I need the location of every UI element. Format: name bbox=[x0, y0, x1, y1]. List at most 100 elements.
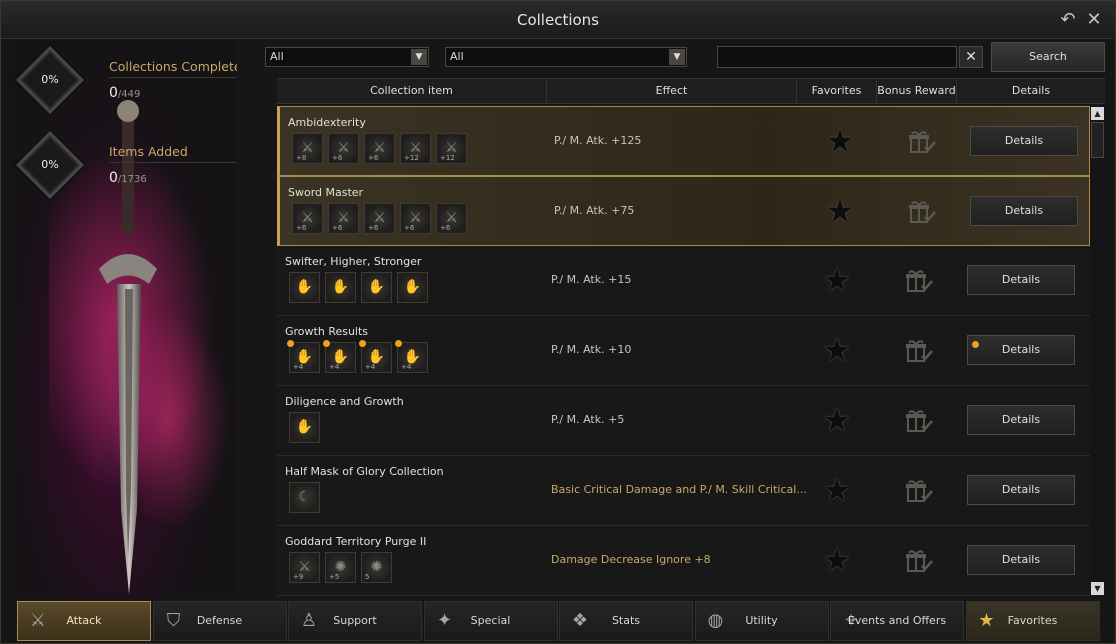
item-enchant-level: +12 bbox=[404, 154, 419, 162]
chevron-down-icon: ▼ bbox=[411, 49, 427, 65]
collection-item-icon[interactable]: ✋ bbox=[361, 272, 392, 303]
collections-completed-label: Collections Completed bbox=[109, 59, 237, 74]
details-button[interactable]: Details bbox=[967, 335, 1075, 365]
collection-name: Growth Results bbox=[285, 325, 369, 338]
tab-defense[interactable]: ⛉ Defense bbox=[152, 601, 287, 641]
collection-item-icon[interactable]: ⚔ +6 bbox=[364, 203, 395, 234]
item-glyph-icon: ✋ bbox=[295, 419, 314, 435]
table-row[interactable]: Swifter, Higher, Stronger ✋ ✋ ✋ ✋ P./ M. Atk.… bbox=[277, 246, 1090, 316]
collection-item-icon[interactable]: ⚔ +6 bbox=[364, 133, 395, 164]
tab-stats[interactable]: ❖ Stats bbox=[559, 601, 693, 641]
tab-support[interactable]: ♙ Support bbox=[288, 601, 422, 641]
tab-label: Attack bbox=[66, 614, 102, 627]
back-icon[interactable]: ↶ bbox=[1057, 9, 1079, 31]
table-row[interactable]: Diligence and Growth ✋ P./ M. Atk. +5 ★ Deta… bbox=[277, 386, 1090, 456]
search-input[interactable] bbox=[717, 46, 957, 68]
tab-label: Events and Offers bbox=[847, 614, 947, 627]
favorite-star-icon[interactable]: ★ bbox=[823, 124, 857, 158]
category-filter-select[interactable]: All ▼ bbox=[265, 47, 429, 67]
details-label: Details bbox=[1001, 273, 1041, 286]
scroll-down-icon[interactable]: ▼ bbox=[1091, 582, 1104, 595]
collections-percent-badge: 0% bbox=[16, 46, 84, 114]
scrollbar-thumb[interactable] bbox=[1091, 122, 1104, 158]
details-button[interactable]: Details bbox=[967, 475, 1075, 505]
items-percent: 0% bbox=[41, 158, 59, 171]
category-tabs: ⚔ Attack ⛉ Defense ♙ Support ✦ Special ❖ Stats ◍ Ut… bbox=[17, 601, 1101, 641]
tab-utility[interactable]: ◍ Utility bbox=[694, 601, 829, 641]
collection-item-icon[interactable]: ⚔ +12 bbox=[400, 133, 431, 164]
collection-effect: P./ M. Atk. +5 bbox=[551, 413, 625, 426]
collection-item-icon[interactable]: ⚔ +6 bbox=[328, 203, 359, 234]
table-row[interactable]: Half Mask of Glory Collection ☾ Basic Crit… bbox=[277, 456, 1090, 526]
collection-effect: Basic Critical Damage and P./ M. Skill C… bbox=[551, 483, 807, 496]
collection-item-icon[interactable]: ✋ bbox=[289, 272, 320, 303]
details-button[interactable]: Details bbox=[967, 545, 1075, 575]
favorite-star-icon[interactable]: ★ bbox=[820, 543, 854, 577]
scrollbar[interactable]: ▲ ▼ bbox=[1090, 106, 1105, 596]
collection-item-icon[interactable]: ✋ +4 bbox=[359, 340, 392, 373]
item-glyph-icon: ✋ bbox=[331, 279, 350, 295]
collection-items: ✋ ✋ ✋ ✋ bbox=[289, 272, 433, 304]
search-button[interactable]: Search bbox=[991, 42, 1105, 72]
collections-completed-total: /449 bbox=[117, 89, 141, 100]
collection-name: Goddard Territory Purge II bbox=[285, 535, 427, 548]
tab-label: Favorites bbox=[1007, 614, 1058, 627]
collection-item-icon[interactable]: ✋ +4 bbox=[395, 340, 428, 373]
scroll-up-icon[interactable]: ▲ bbox=[1091, 107, 1104, 120]
collection-effect: P./ M. Atk. +10 bbox=[551, 343, 632, 356]
details-button[interactable]: Details bbox=[967, 405, 1075, 435]
favorite-star-icon[interactable]: ★ bbox=[823, 194, 857, 228]
table-row[interactable]: Sword Master ⚔ +6 ⚔ +6 ⚔ +6 ⚔ +6 ⚔ +6 P./ M. Atk. +… bbox=[277, 176, 1090, 246]
collection-item-icon[interactable]: ✋ bbox=[289, 412, 320, 443]
status-filter-value: All bbox=[450, 50, 464, 63]
collection-item-icon[interactable]: ✋ bbox=[325, 272, 356, 303]
bonus-reward-gift-icon bbox=[905, 549, 933, 573]
collection-item-icon[interactable]: ⚔ +6 bbox=[436, 203, 467, 234]
collection-item-icon[interactable]: ✋ +4 bbox=[323, 340, 356, 373]
collection-item-icon[interactable]: ✺ 5 bbox=[361, 552, 392, 583]
collection-item-icon[interactable]: ⚔ +8 bbox=[292, 133, 323, 164]
collection-item-icon[interactable]: ⚔ +9 bbox=[289, 552, 320, 583]
item-enchant-level: +4 bbox=[365, 363, 376, 371]
tab-events-and-offers[interactable]: ✧ Events and Offers bbox=[830, 601, 964, 641]
favorite-star-icon[interactable]: ★ bbox=[820, 263, 854, 297]
category-filter-value: All bbox=[270, 50, 284, 63]
collection-item-icon[interactable]: ⚔ +6 bbox=[292, 203, 323, 234]
bonus-reward-gift-icon bbox=[905, 479, 933, 503]
collection-progress-panel: 0% Collections Completed 0/449 0% Items … bbox=[9, 39, 237, 599]
collection-item-icon[interactable]: ⚔ +6 bbox=[400, 203, 431, 234]
favorite-star-icon[interactable]: ★ bbox=[820, 403, 854, 437]
item-enchant-level: +12 bbox=[440, 154, 455, 162]
tab-favorites[interactable]: ★ Favorites bbox=[965, 601, 1100, 641]
collections-completed-stat: 0% Collections Completed 0/449 bbox=[9, 39, 237, 125]
favorite-star-icon[interactable]: ★ bbox=[820, 333, 854, 367]
clear-search-button[interactable]: ✕ bbox=[959, 46, 983, 68]
collection-effect: Damage Decrease Ignore +8 bbox=[551, 553, 711, 566]
collection-effect: P./ M. Atk. +75 bbox=[554, 204, 635, 217]
collection-item-icon[interactable]: ✋ bbox=[397, 272, 428, 303]
close-icon[interactable]: ✕ bbox=[1083, 9, 1105, 31]
details-button[interactable]: Details bbox=[970, 196, 1078, 226]
table-row[interactable]: Ambidexterity ⚔ +8 ⚔ +6 ⚔ +6 ⚔ +12 ⚔ +12 P./ M. Atk… bbox=[277, 106, 1090, 176]
collection-item-icon[interactable]: ⚔ +6 bbox=[328, 133, 359, 164]
collection-item-icon[interactable]: ☾ bbox=[289, 482, 320, 513]
tab-attack[interactable]: ⚔ Attack bbox=[17, 601, 151, 641]
collection-item-icon[interactable]: ✋ +4 bbox=[287, 340, 320, 373]
tab-special[interactable]: ✦ Special bbox=[423, 601, 558, 641]
details-label: Details bbox=[1004, 134, 1044, 147]
item-enchant-level: +4 bbox=[401, 363, 412, 371]
tab-label: Special bbox=[470, 614, 511, 627]
item-enchant-level: +6 bbox=[332, 224, 343, 232]
items-added-stat: 0% Items Added 0/1736 bbox=[9, 124, 237, 210]
favorite-star-icon[interactable]: ★ bbox=[820, 473, 854, 507]
details-button[interactable]: Details bbox=[967, 265, 1075, 295]
table-row[interactable]: Growth Results ✋ +4 ✋ +4 ✋ +4 ✋ +4 P./ M. Atk. +1… bbox=[277, 316, 1090, 386]
collection-item-icon[interactable]: ⚔ +12 bbox=[436, 133, 467, 164]
table-row[interactable]: Goddard Territory Purge II ⚔ +9 ✺ +5 ✺ 5 Damage… bbox=[277, 526, 1090, 596]
collection-item-icon[interactable]: ✺ +5 bbox=[325, 552, 356, 583]
details-button[interactable]: Details bbox=[970, 126, 1078, 156]
status-filter-select[interactable]: All ▼ bbox=[445, 47, 687, 67]
collection-name: Half Mask of Glory Collection bbox=[285, 465, 444, 478]
details-label: Details bbox=[1001, 483, 1041, 496]
bonus-reward-gift-icon bbox=[908, 130, 936, 154]
